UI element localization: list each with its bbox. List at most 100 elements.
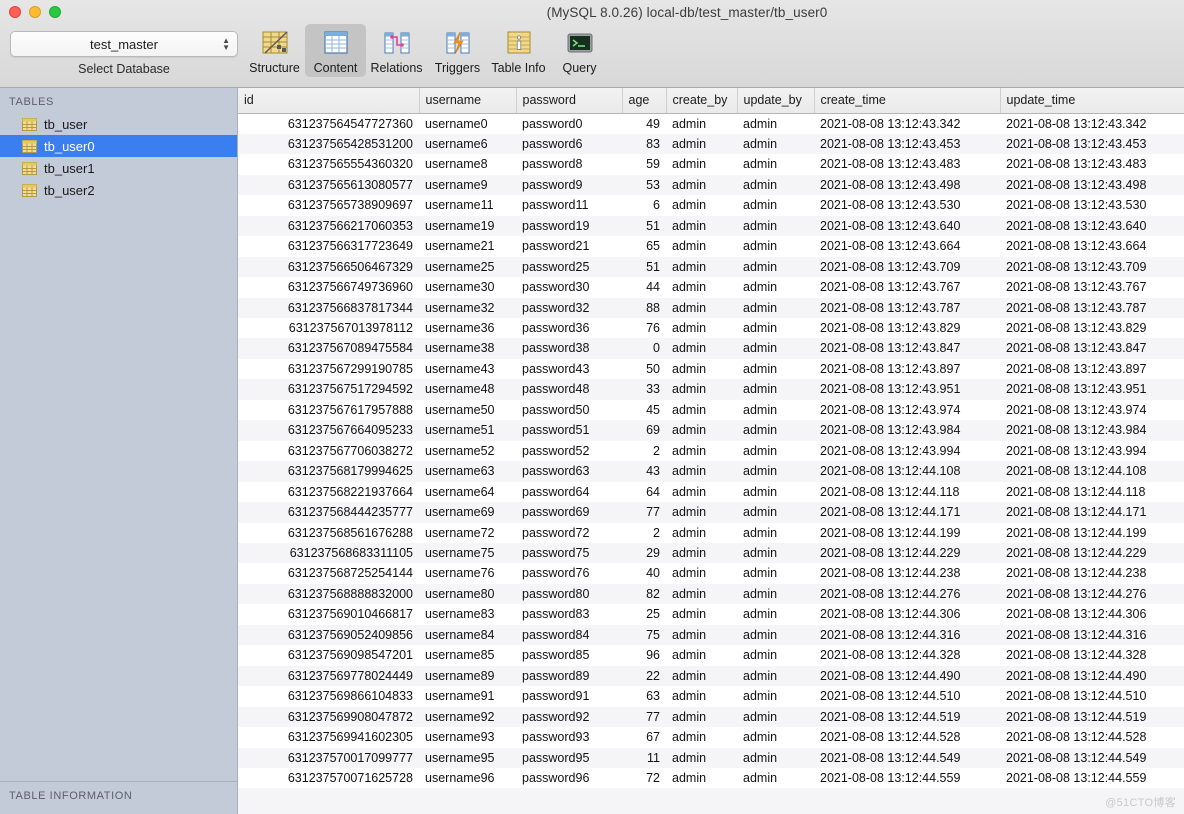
cell-age[interactable]: 2: [622, 441, 666, 461]
cell-update_by[interactable]: admin: [737, 277, 814, 297]
cell-id[interactable]: 631237567013978112: [238, 318, 419, 338]
cell-update_by[interactable]: admin: [737, 563, 814, 583]
cell-username[interactable]: username51: [419, 420, 516, 440]
cell-create_by[interactable]: admin: [666, 236, 737, 256]
cell-id[interactable]: 631237569052409856: [238, 625, 419, 645]
cell-id[interactable]: 631237569908047872: [238, 707, 419, 727]
sidebar-item-tb_user2[interactable]: tb_user2: [0, 179, 237, 201]
cell-update_time[interactable]: 2021-08-08 13:12:44.559: [1000, 768, 1184, 788]
cell-update_time[interactable]: 2021-08-08 13:12:44.306: [1000, 604, 1184, 624]
cell-update_by[interactable]: admin: [737, 318, 814, 338]
cell-password[interactable]: password84: [516, 625, 622, 645]
cell-update_time[interactable]: 2021-08-08 13:12:44.519: [1000, 707, 1184, 727]
cell-username[interactable]: username48: [419, 379, 516, 399]
cell-username[interactable]: username85: [419, 645, 516, 665]
cell-password[interactable]: password93: [516, 727, 622, 747]
cell-password[interactable]: password50: [516, 400, 622, 420]
cell-create_by[interactable]: admin: [666, 175, 737, 195]
cell-update_time[interactable]: 2021-08-08 13:12:43.767: [1000, 277, 1184, 297]
table-row[interactable]: 631237568444235777 username69 password69 77…: [238, 502, 1184, 523]
cell-age[interactable]: 50: [622, 359, 666, 379]
table-row[interactable]: 631237565613080577 username9 password9 53 ad…: [238, 174, 1184, 196]
cell-create_time[interactable]: 2021-08-08 13:12:44.118: [814, 482, 1000, 502]
cell-age[interactable]: 22: [622, 666, 666, 686]
cell-create_by[interactable]: admin: [666, 298, 737, 318]
cell-create_time[interactable]: 2021-08-08 13:12:43.974: [814, 400, 1000, 420]
cell-create_by[interactable]: admin: [666, 420, 737, 440]
cell-update_time[interactable]: 2021-08-08 13:12:43.897: [1000, 359, 1184, 379]
cell-id[interactable]: 631237567706038272: [238, 441, 419, 461]
cell-username[interactable]: username30: [419, 277, 516, 297]
cell-id[interactable]: 631237566837817344: [238, 298, 419, 318]
cell-age[interactable]: 44: [622, 277, 666, 297]
cell-update_by[interactable]: admin: [737, 768, 814, 788]
cell-age[interactable]: 11: [622, 748, 666, 768]
cell-age[interactable]: 33: [622, 379, 666, 399]
table-row[interactable]: 631237565428531200 username6 password6 83 ad…: [238, 133, 1184, 155]
cell-update_by[interactable]: admin: [737, 543, 814, 563]
cell-update_by[interactable]: admin: [737, 645, 814, 665]
cell-create_time[interactable]: 2021-08-08 13:12:43.483: [814, 154, 1000, 174]
cell-create_time[interactable]: 2021-08-08 13:12:43.342: [814, 113, 1000, 134]
cell-create_time[interactable]: 2021-08-08 13:12:44.199: [814, 523, 1000, 543]
cell-username[interactable]: username43: [419, 359, 516, 379]
cell-create_by[interactable]: admin: [666, 645, 737, 665]
cell-update_by[interactable]: admin: [737, 154, 814, 174]
cell-password[interactable]: password51: [516, 420, 622, 440]
cell-update_time[interactable]: 2021-08-08 13:12:43.847: [1000, 338, 1184, 358]
cell-update_time[interactable]: 2021-08-08 13:12:44.108: [1000, 461, 1184, 481]
cell-create_by[interactable]: admin: [666, 584, 737, 604]
table-row[interactable]: 631237568725254144 username76 password76 40…: [238, 563, 1184, 584]
cell-update_time[interactable]: 2021-08-08 13:12:44.118: [1000, 482, 1184, 502]
toolbar-item-query[interactable]: Query: [549, 24, 610, 77]
cell-create_time[interactable]: 2021-08-08 13:12:44.328: [814, 645, 1000, 665]
cell-password[interactable]: password43: [516, 359, 622, 379]
cell-username[interactable]: username63: [419, 461, 516, 481]
cell-password[interactable]: password30: [516, 277, 622, 297]
cell-create_time[interactable]: 2021-08-08 13:12:43.951: [814, 379, 1000, 399]
cell-update_by[interactable]: admin: [737, 338, 814, 358]
cell-create_time[interactable]: 2021-08-08 13:12:44.276: [814, 584, 1000, 604]
cell-id[interactable]: 631237566749736960: [238, 277, 419, 297]
cell-update_by[interactable]: admin: [737, 482, 814, 502]
cell-update_time[interactable]: 2021-08-08 13:12:43.787: [1000, 298, 1184, 318]
cell-password[interactable]: password21: [516, 236, 622, 256]
cell-age[interactable]: 64: [622, 482, 666, 502]
cell-id[interactable]: 631237569941602305: [238, 727, 419, 747]
cell-username[interactable]: username64: [419, 482, 516, 502]
cell-create_by[interactable]: admin: [666, 400, 737, 420]
cell-create_by[interactable]: admin: [666, 216, 737, 236]
cell-password[interactable]: password63: [516, 461, 622, 481]
cell-create_time[interactable]: 2021-08-08 13:12:44.171: [814, 502, 1000, 522]
cell-create_time[interactable]: 2021-08-08 13:12:44.510: [814, 686, 1000, 706]
cell-password[interactable]: password95: [516, 748, 622, 768]
table-row[interactable]: 631237569778024449 username89 password89 22…: [238, 665, 1184, 687]
column-header-id[interactable]: id: [238, 88, 420, 114]
column-header-age[interactable]: age: [622, 88, 667, 114]
cell-age[interactable]: 25: [622, 604, 666, 624]
cell-update_time[interactable]: 2021-08-08 13:12:43.483: [1000, 154, 1184, 174]
cell-id[interactable]: 631237564547727360: [238, 113, 419, 134]
cell-username[interactable]: username93: [419, 727, 516, 747]
table-row[interactable]: 631237567517294592 username48 password48 33…: [238, 379, 1184, 400]
cell-username[interactable]: username84: [419, 625, 516, 645]
cell-age[interactable]: 75: [622, 625, 666, 645]
cell-username[interactable]: username11: [419, 195, 516, 215]
table-header-row[interactable]: id username password age create_by update_by c…: [238, 88, 1184, 114]
cell-id[interactable]: 631237568444235777: [238, 502, 419, 522]
cell-create_by[interactable]: admin: [666, 727, 737, 747]
cell-id[interactable]: 631237565613080577: [238, 175, 419, 195]
tables-list[interactable]: tb_user tb_user0 tb_user1 tb_user2: [0, 113, 237, 781]
cell-create_time[interactable]: 2021-08-08 13:12:43.787: [814, 298, 1000, 318]
cell-id[interactable]: 631237569866104833: [238, 686, 419, 706]
cell-update_time[interactable]: 2021-08-08 13:12:43.453: [1000, 134, 1184, 154]
cell-password[interactable]: password72: [516, 523, 622, 543]
cell-create_time[interactable]: 2021-08-08 13:12:44.490: [814, 666, 1000, 686]
cell-create_by[interactable]: admin: [666, 563, 737, 583]
table-row[interactable]: 631237569098547201 username85 password85 96…: [238, 645, 1184, 666]
cell-update_by[interactable]: admin: [737, 707, 814, 727]
cell-password[interactable]: password11: [516, 195, 622, 215]
cell-update_time[interactable]: 2021-08-08 13:12:44.328: [1000, 645, 1184, 665]
table-row[interactable]: 631237568179994625 username63 password63 43…: [238, 461, 1184, 482]
cell-age[interactable]: 49: [622, 113, 666, 134]
